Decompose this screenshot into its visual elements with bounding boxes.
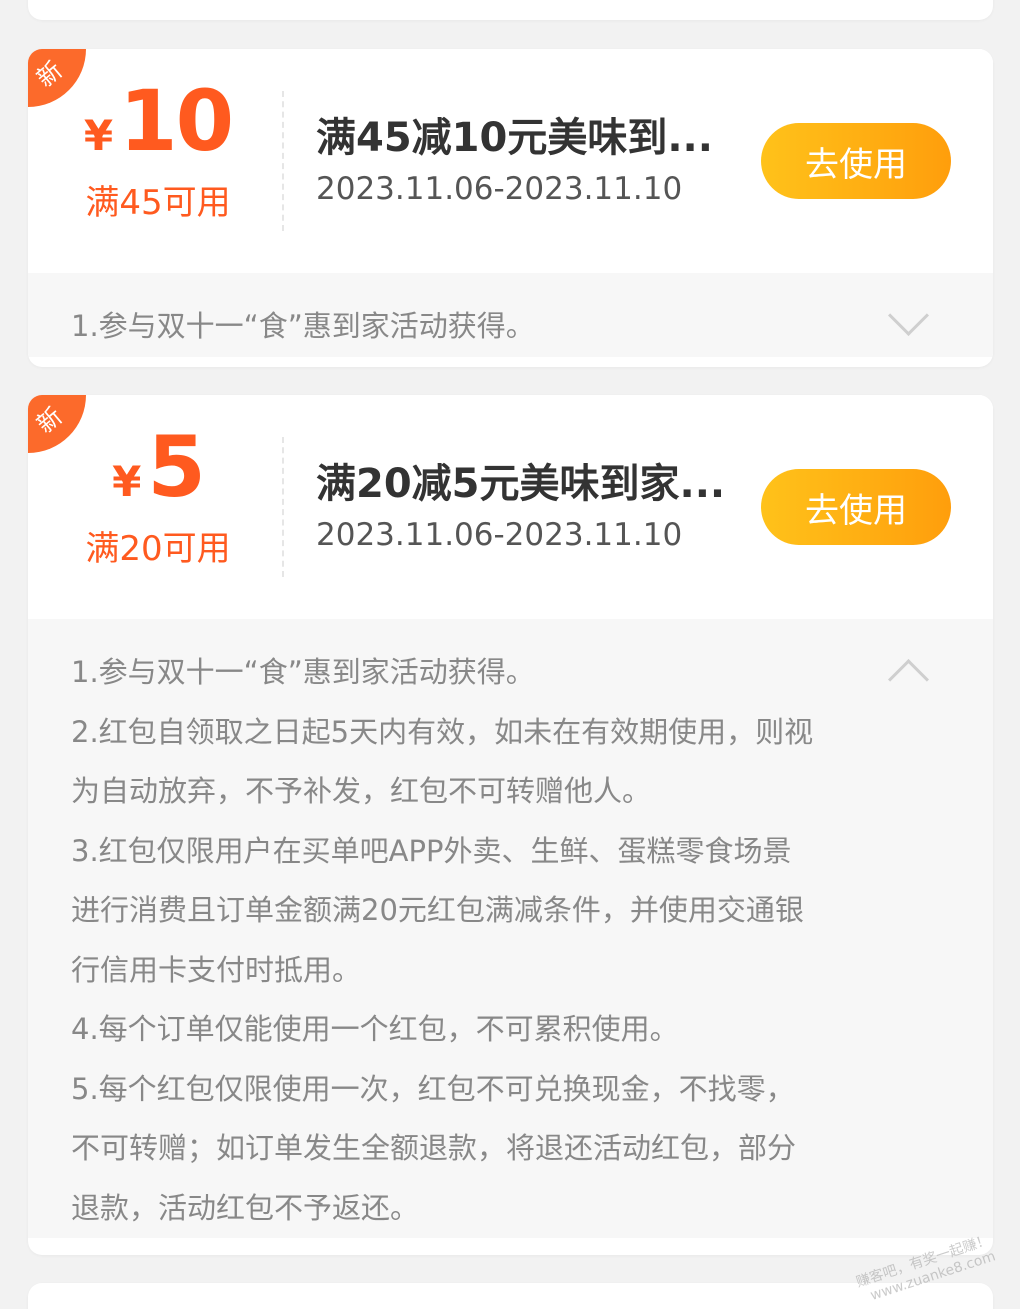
coupon-card: 新 ¥ 5 满20可用 满20减5元美味到家... 2023.11.06-202… bbox=[28, 395, 993, 1255]
rule-line: 为自动放弃，不予补发，红包不可转赠他人。 bbox=[71, 774, 652, 808]
coupon-rules-collapsed[interactable]: 1.参与双十一“食”惠到家活动获得。 bbox=[28, 273, 993, 357]
dashed-divider bbox=[282, 437, 284, 577]
chevron-down-icon[interactable] bbox=[887, 294, 930, 337]
coupon-date-range: 2023.11.06-2023.11.10 bbox=[316, 171, 683, 207]
rule-line: 行信用卡支付时抵用。 bbox=[71, 952, 362, 987]
rule-line: 4.每个订单仅能使用一个红包，不可累积使用。 bbox=[71, 1012, 679, 1046]
coupon-date-range: 2023.11.06-2023.11.10 bbox=[316, 517, 683, 553]
dashed-divider bbox=[282, 91, 284, 231]
currency-symbol: ¥ bbox=[112, 457, 142, 506]
coupon-card-partial-bottom bbox=[28, 1283, 993, 1309]
coupon-rules-expanded[interactable]: 1.参与双十一“食”惠到家活动获得。 2.红包自领取之日起5天内有效，如未在有效… bbox=[28, 619, 993, 1238]
rule-line: 退款，活动红包不予返还。 bbox=[71, 1190, 420, 1225]
coupon-amount-box: ¥ 10 满45可用 bbox=[68, 79, 248, 224]
coupon-title: 满20减5元美味到家... bbox=[316, 461, 726, 507]
rule-line: 1.参与双十一“食”惠到家活动获得。 bbox=[71, 309, 535, 343]
rule-line: 5.每个红包仅限使用一次，红包不可兑换现金，不找零， bbox=[71, 1071, 795, 1106]
coupon-list-page: 新 ¥ 10 满45可用 满45减10元美味到... 2023.11.06-20… bbox=[0, 0, 1020, 1309]
chevron-up-icon[interactable] bbox=[887, 658, 930, 701]
rule-line: 1.参与双十一“食”惠到家活动获得。 bbox=[71, 655, 535, 689]
coupon-card-partial-top bbox=[28, 0, 993, 20]
coupon-main: 新 ¥ 10 满45可用 满45减10元美味到... 2023.11.06-20… bbox=[28, 49, 993, 273]
coupon-min-spend: 满45可用 bbox=[85, 183, 231, 223]
new-badge-label: 新 bbox=[31, 55, 68, 93]
rule-line: 3.红包仅限用户在买单吧APP外卖、生鲜、蛋糕零食场景 bbox=[71, 833, 792, 868]
rule-line: 不可转赠；如订单发生全额退款，将退还活动红包，部分 bbox=[71, 1131, 797, 1165]
coupon-min-spend: 满20可用 bbox=[85, 529, 231, 569]
rule-line: 2.红包自领取之日起5天内有效，如未在有效期使用，则视 bbox=[71, 714, 814, 749]
coupon-main: 新 ¥ 5 满20可用 满20减5元美味到家... 2023.11.06-202… bbox=[28, 395, 993, 619]
coupon-card: 新 ¥ 10 满45可用 满45减10元美味到... 2023.11.06-20… bbox=[28, 49, 993, 367]
coupon-amount: 5 bbox=[147, 418, 205, 516]
coupon-title: 满45减10元美味到... bbox=[316, 115, 713, 161]
currency-symbol: ¥ bbox=[83, 111, 114, 160]
use-coupon-button[interactable]: 去使用 bbox=[761, 123, 951, 199]
coupon-amount-box: ¥ 5 满20可用 bbox=[68, 425, 248, 570]
new-badge-label: 新 bbox=[31, 401, 68, 439]
rule-line: 进行消费且订单金额满20元红包满减条件，并使用交通银 bbox=[71, 893, 804, 927]
use-coupon-button[interactable]: 去使用 bbox=[761, 469, 951, 545]
coupon-amount: 10 bbox=[119, 72, 234, 170]
